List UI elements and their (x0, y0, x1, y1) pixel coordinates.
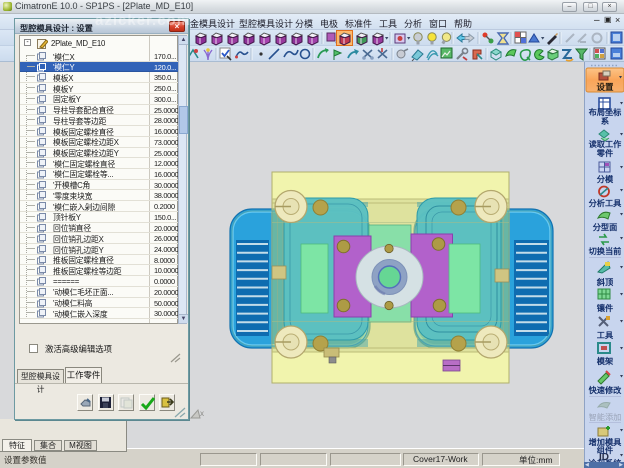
svg-text:x: x (200, 409, 204, 418)
